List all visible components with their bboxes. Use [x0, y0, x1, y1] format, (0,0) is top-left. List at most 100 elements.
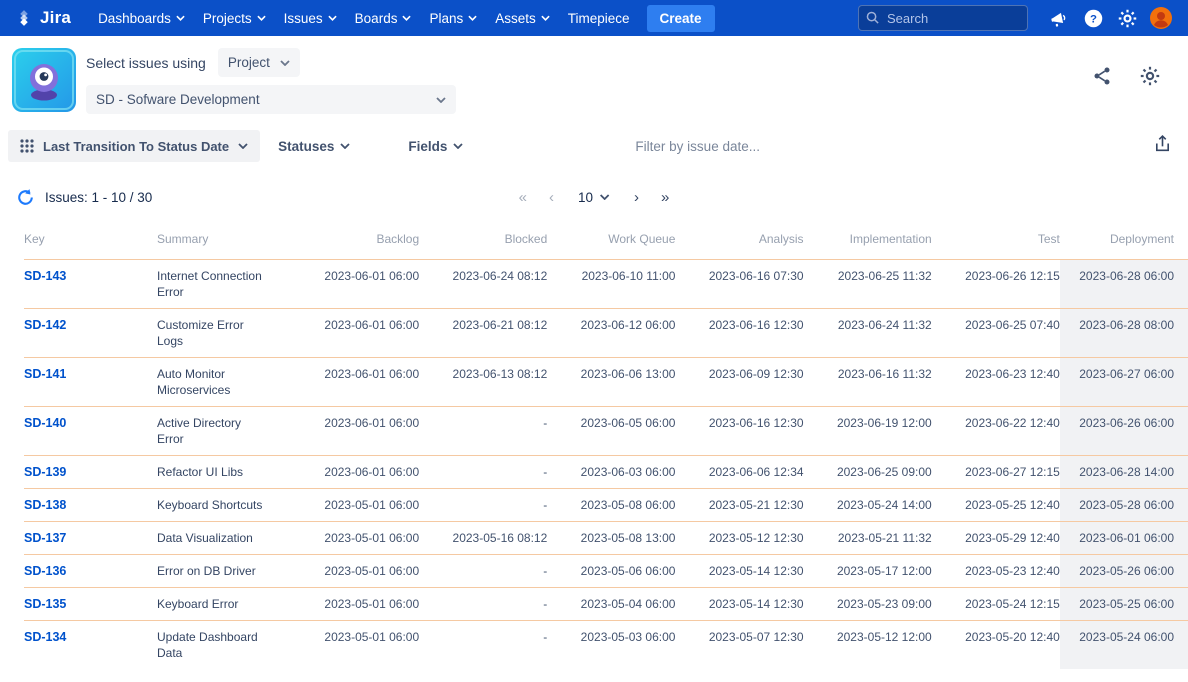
question-icon: ? [1083, 8, 1104, 29]
filter-by-date-input[interactable] [635, 139, 935, 154]
date-cell: 2023-06-01 06:00 [291, 407, 419, 456]
first-page-button[interactable]: « [513, 187, 533, 208]
date-cell: 2023-05-01 06:00 [291, 588, 419, 621]
prev-page-button[interactable]: ‹ [543, 187, 560, 208]
date-cell: 2023-05-12 12:30 [675, 522, 803, 555]
table-row: SD-142Customize Error Logs2023-06-01 06:… [24, 309, 1188, 358]
issue-summary: Keyboard Shortcuts [157, 489, 291, 522]
grid-icon [20, 139, 34, 153]
date-cell: 2023-06-16 12:30 [675, 309, 803, 358]
user-avatar[interactable] [1144, 0, 1178, 36]
issue-summary: Auto Monitor Microservices [157, 358, 291, 407]
table-row: SD-138Keyboard Shortcuts2023-05-01 06:00… [24, 489, 1188, 522]
date-cell: 2023-05-23 12:40 [932, 555, 1060, 588]
date-cell: 2023-06-06 13:00 [547, 358, 675, 407]
last-page-button[interactable]: » [655, 187, 675, 208]
table-row: SD-137Data Visualization2023-05-01 06:00… [24, 522, 1188, 555]
issue-key-link[interactable]: SD-137 [24, 531, 66, 545]
report-toolbar: Last Transition To Status Date Statuses … [0, 114, 1188, 162]
date-cell: 2023-06-12 06:00 [547, 309, 675, 358]
issue-key-link[interactable]: SD-136 [24, 564, 66, 578]
issue-summary: Refactor UI Libs [157, 456, 291, 489]
chevron-down-icon [600, 194, 610, 200]
issue-key-link[interactable]: SD-143 [24, 269, 66, 283]
date-cell: - [419, 588, 547, 621]
issue-key-cell: SD-137 [24, 522, 157, 555]
date-cell: 2023-05-04 06:00 [547, 588, 675, 621]
date-cell: 2023-06-26 06:00 [1060, 407, 1188, 456]
search-icon [865, 10, 880, 25]
issue-key-link[interactable]: SD-140 [24, 416, 66, 430]
nav-assets[interactable]: Assets [486, 0, 559, 36]
fields-dropdown[interactable]: Fields [408, 139, 463, 154]
date-cell: 2023-06-01 06:00 [291, 456, 419, 489]
announcements-button[interactable] [1042, 0, 1076, 36]
issue-key-link[interactable]: SD-142 [24, 318, 66, 332]
nav-issues[interactable]: Issues [275, 0, 346, 36]
date-cell: 2023-06-25 11:32 [804, 260, 932, 309]
settings-button[interactable] [1110, 0, 1144, 36]
column-header-deployment: Deployment [1060, 220, 1188, 260]
export-button[interactable] [1153, 134, 1172, 158]
date-cell: 2023-06-01 06:00 [1060, 522, 1188, 555]
issue-key-link[interactable]: SD-139 [24, 465, 66, 479]
issue-key-link[interactable]: SD-138 [24, 498, 66, 512]
table-body: SD-143Internet Connection Error2023-06-0… [24, 260, 1188, 670]
date-cell: 2023-05-08 06:00 [547, 489, 675, 522]
issue-key-cell: SD-141 [24, 358, 157, 407]
jira-logo[interactable]: Jira [14, 8, 71, 28]
column-header-summary: Summary [157, 220, 291, 260]
date-cell: 2023-06-06 12:34 [675, 456, 803, 489]
date-cell: - [419, 489, 547, 522]
issue-key-cell: SD-138 [24, 489, 157, 522]
nav-search [858, 5, 1028, 31]
share-button[interactable] [1092, 66, 1112, 114]
gadget-settings-button[interactable] [1140, 66, 1160, 114]
export-icon [1153, 134, 1172, 153]
column-header-key: Key [24, 220, 157, 260]
issue-key-link[interactable]: SD-134 [24, 630, 66, 644]
table-header-row: KeySummaryBacklogBlockedWork QueueAnalys… [24, 220, 1188, 260]
date-cell: 2023-05-06 06:00 [547, 555, 675, 588]
issue-key-cell: SD-140 [24, 407, 157, 456]
date-cell: 2023-05-29 12:40 [932, 522, 1060, 555]
column-header-work-queue: Work Queue [547, 220, 675, 260]
issue-key-link[interactable]: SD-141 [24, 367, 66, 381]
chevron-down-icon [280, 60, 290, 66]
nav-boards[interactable]: Boards [346, 0, 421, 36]
date-cell: 2023-05-14 12:30 [675, 588, 803, 621]
avatar-icon [1149, 6, 1173, 30]
next-page-button[interactable]: › [628, 187, 645, 208]
date-cell: 2023-06-01 06:00 [291, 260, 419, 309]
date-cell: 2023-05-28 06:00 [1060, 489, 1188, 522]
date-cell: 2023-06-28 06:00 [1060, 260, 1188, 309]
page-size-dropdown[interactable]: 10 [570, 188, 618, 207]
issue-summary: Internet Connection Error [157, 260, 291, 309]
nav-timepiece[interactable]: Timepiece [559, 0, 639, 36]
select-mode-dropdown[interactable]: Project [218, 48, 300, 77]
nav-projects[interactable]: Projects [194, 0, 275, 36]
timepiece-app-icon [12, 48, 76, 112]
create-button[interactable]: Create [647, 5, 715, 32]
column-header-implementation: Implementation [804, 220, 932, 260]
date-cell: - [419, 621, 547, 670]
issue-key-link[interactable]: SD-135 [24, 597, 66, 611]
issue-summary: Keyboard Error [157, 588, 291, 621]
project-dropdown[interactable]: SD - Sofware Development [86, 85, 456, 114]
date-cell: 2023-06-27 06:00 [1060, 358, 1188, 407]
chevron-down-icon [340, 143, 350, 149]
nav-dashboards[interactable]: Dashboards [89, 0, 194, 36]
date-cell: 2023-05-24 14:00 [804, 489, 932, 522]
table-row: SD-136Error on DB Driver2023-05-01 06:00… [24, 555, 1188, 588]
statuses-dropdown[interactable]: Statuses [278, 139, 350, 154]
report-type-dropdown[interactable]: Last Transition To Status Date [8, 130, 260, 162]
nav-plans[interactable]: Plans [420, 0, 486, 36]
help-button[interactable]: ? [1076, 0, 1110, 36]
date-cell: 2023-05-26 06:00 [1060, 555, 1188, 588]
date-cell: 2023-05-14 12:30 [675, 555, 803, 588]
refresh-button[interactable] [16, 188, 35, 207]
table-row: SD-134Update Dashboard Data2023-05-01 06… [24, 621, 1188, 670]
date-cell: 2023-06-13 08:12 [419, 358, 547, 407]
search-input[interactable] [858, 5, 1028, 31]
pager: « ‹ 10 › » [513, 187, 676, 208]
